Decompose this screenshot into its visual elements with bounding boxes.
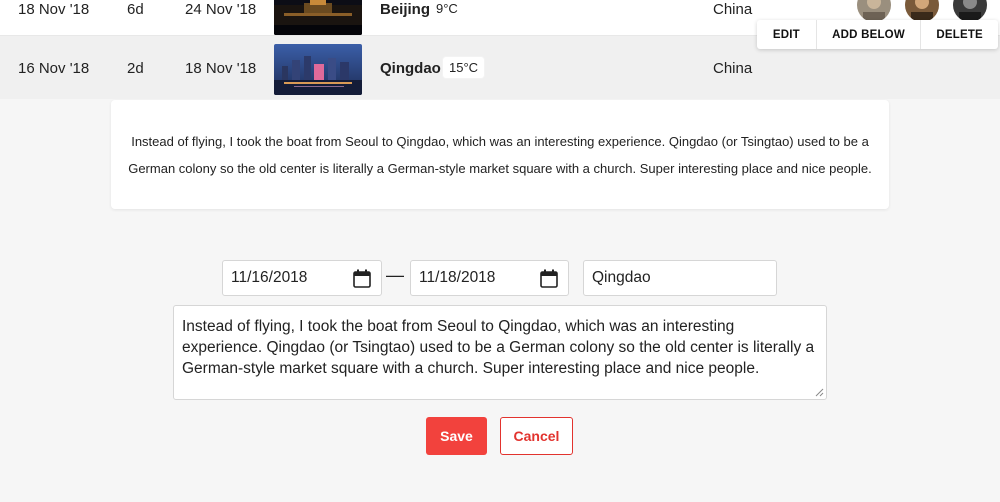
- temperature-badge: 15°C: [443, 57, 485, 78]
- trip-end-date: 24 Nov '18: [185, 1, 257, 18]
- calendar-icon[interactable]: [353, 269, 371, 288]
- temperature-badge: 9°C: [430, 0, 464, 19]
- add-below-button[interactable]: ADD BELOW: [817, 20, 922, 49]
- avatar[interactable]: [857, 0, 891, 22]
- start-date-value: 11/16/2018: [231, 269, 308, 286]
- save-button[interactable]: Save: [426, 417, 487, 455]
- trip-country: China: [713, 60, 753, 77]
- resize-grip-icon[interactable]: [815, 388, 824, 397]
- avatar[interactable]: [953, 0, 987, 22]
- trip-duration: 6d: [127, 1, 144, 18]
- start-date-input[interactable]: 11/16/2018: [222, 260, 382, 296]
- trip-thumbnail: [274, 44, 362, 95]
- cancel-button[interactable]: Cancel: [500, 417, 573, 455]
- city-input[interactable]: Qingdao: [583, 260, 777, 296]
- trip-note-card: Instead of flying, I took the boat from …: [111, 100, 889, 209]
- trip-city: Qingdao: [380, 60, 441, 77]
- edit-button[interactable]: EDIT: [757, 20, 817, 49]
- trip-city: Beijing: [380, 1, 431, 18]
- end-date-value: 11/18/2018: [419, 269, 496, 286]
- row-action-menu: EDIT ADD BELOW DELETE: [757, 20, 998, 49]
- end-date-input[interactable]: 11/18/2018: [410, 260, 569, 296]
- trip-start-date: 16 Nov '18: [18, 60, 90, 77]
- calendar-icon[interactable]: [540, 269, 558, 288]
- trip-duration: 2d: [127, 60, 144, 77]
- delete-button[interactable]: DELETE: [921, 20, 998, 49]
- avatar[interactable]: [905, 0, 939, 22]
- description-textarea[interactable]: Instead of flying, I took the boat from …: [173, 305, 827, 400]
- trip-start-date: 18 Nov '18: [18, 1, 90, 18]
- trip-thumbnail: [274, 0, 362, 35]
- city-input-value: Qingdao: [592, 269, 651, 286]
- description-value: Instead of flying, I took the boat from …: [182, 318, 815, 377]
- trip-end-date: 18 Nov '18: [185, 60, 257, 77]
- trip-note-text: Instead of flying, I took the boat from …: [128, 133, 872, 176]
- date-range-separator: —: [386, 265, 404, 285]
- trip-country: China: [713, 1, 753, 18]
